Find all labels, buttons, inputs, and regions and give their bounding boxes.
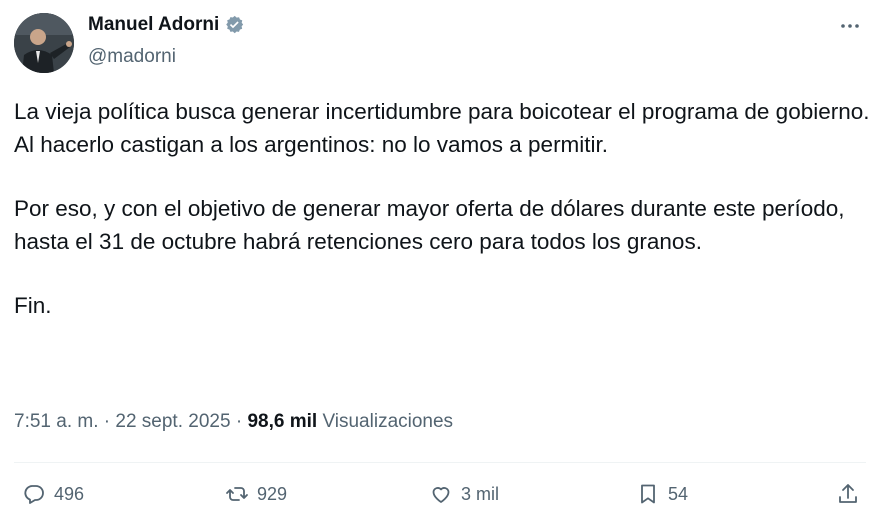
reply-icon [24,485,44,504]
bookmark-count: 54 [668,483,689,504]
meta-separator: · [103,411,111,432]
author-name[interactable]: Manuel Adorni [88,14,219,36]
tweet-paragraph: La vieja política busca generar incertid… [14,99,870,157]
repost-button[interactable]: 929 [225,482,287,506]
repost-count: 929 [257,483,288,504]
more-options-icon[interactable] [836,12,864,40]
views-label: Visualizaciones [322,411,454,432]
author-name-row: Manuel Adorni [88,14,245,36]
bookmark-icon [641,484,655,504]
share-button[interactable] [836,482,868,506]
verified-badge-icon[interactable] [223,14,245,36]
meta-separator: · [235,411,243,432]
tweet-time[interactable]: 7:51 a. m. [14,411,99,432]
like-count: 3 mil [461,483,500,504]
divider [14,462,866,463]
heart-icon [432,487,450,503]
action-bar: 496 929 3 mil 54 [0,482,880,512]
views-count: 98,6 mil [247,411,318,432]
bookmark-button[interactable]: 54 [636,482,688,506]
author-handle[interactable]: @madorni [88,46,176,68]
tweet-meta: 7:51 a. m. · 22 sept. 2025 · 98,6 mil Vi… [14,411,453,433]
tweet-text: La vieja política busca generar incertid… [14,95,874,322]
reply-count: 496 [54,483,85,504]
reply-button[interactable]: 496 [22,482,84,506]
avatar[interactable] [14,13,74,73]
share-icon [839,484,857,503]
tweet-paragraph: Fin. [14,293,52,318]
like-button[interactable]: 3 mil [429,482,499,506]
tweet-date[interactable]: 22 sept. 2025 [115,411,230,432]
repost-icon [226,487,248,501]
tweet-paragraph: Por eso, y con el objetivo de generar ma… [14,196,845,254]
